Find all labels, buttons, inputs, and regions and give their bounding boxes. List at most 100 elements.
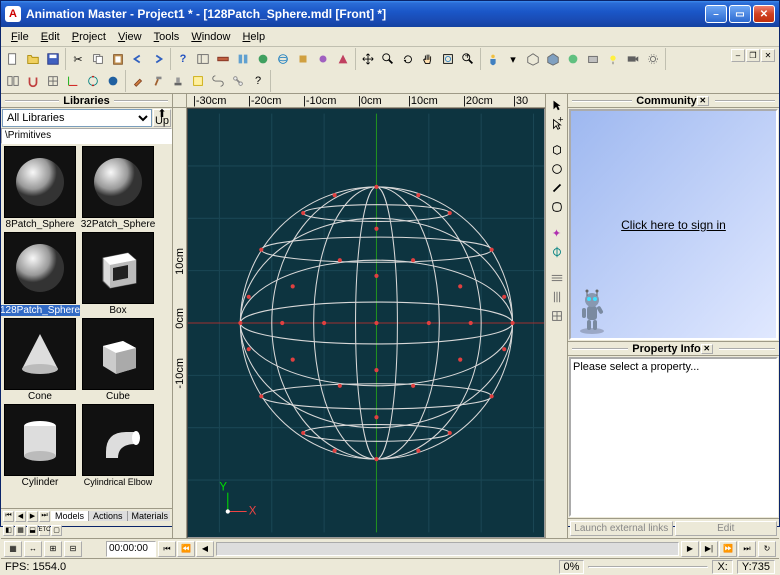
tab-models[interactable]: Models [51, 511, 89, 521]
settings-icon[interactable] [643, 49, 663, 69]
zoom-extents-icon[interactable]: + [458, 49, 478, 69]
tl-icon-4[interactable]: ⊟ [64, 541, 82, 557]
play-icon[interactable]: ▶ [681, 541, 699, 557]
loop-icon[interactable]: ↻ [758, 541, 776, 557]
paste-icon[interactable] [108, 49, 128, 69]
primitive-32patch-sphere[interactable]: 32Patch_Sphere [81, 146, 155, 230]
pick-tool-icon[interactable] [548, 96, 566, 114]
shape-tool-icon[interactable] [548, 198, 566, 216]
cube-tool-icon[interactable] [548, 141, 566, 159]
save-file-icon[interactable] [43, 49, 63, 69]
new-file-icon[interactable] [3, 49, 23, 69]
globe2-icon[interactable] [103, 71, 123, 91]
arrow-dropdown-icon[interactable]: ▾ [503, 49, 523, 69]
tool-icon-2[interactable] [313, 49, 333, 69]
sphere-tool-icon[interactable] [548, 160, 566, 178]
dist-h-icon[interactable] [548, 269, 566, 287]
tab-next-icon[interactable]: ▶ [27, 511, 38, 522]
launch-external-button[interactable]: Launch external links [570, 521, 673, 536]
rotate-icon[interactable] [398, 49, 418, 69]
copy-icon[interactable] [88, 49, 108, 69]
render-settings-icon[interactable] [583, 49, 603, 69]
timeline-icon[interactable] [213, 49, 233, 69]
undo-icon[interactable] [128, 49, 148, 69]
primitive-box[interactable]: Box [81, 232, 155, 316]
render-icon[interactable] [563, 49, 583, 69]
frame-field[interactable] [106, 541, 156, 557]
split-v-icon[interactable] [3, 71, 23, 91]
note-icon[interactable] [188, 71, 208, 91]
misc-btn-2[interactable]: ▦ [15, 525, 26, 536]
constraint-tool-icon[interactable] [548, 243, 566, 261]
tool-icon-3[interactable] [333, 49, 353, 69]
paint-icon[interactable] [128, 71, 148, 91]
tab-actions[interactable]: Actions [89, 511, 128, 521]
zoom-icon[interactable] [378, 49, 398, 69]
help-icon[interactable]: ? [173, 49, 193, 69]
minimize-button[interactable]: – [705, 5, 727, 23]
camera-icon[interactable] [623, 49, 643, 69]
menu-tools[interactable]: Tools [148, 29, 186, 45]
misc-btn-3[interactable]: ⬓ [27, 525, 38, 536]
hammer-icon[interactable] [148, 71, 168, 91]
misc-btn-1[interactable]: ◧ [3, 525, 14, 536]
primitive-cube[interactable]: Cube [81, 318, 155, 402]
world-icon[interactable] [273, 49, 293, 69]
community-icon[interactable] [253, 49, 273, 69]
prev-key-icon[interactable]: ⏪ [177, 541, 195, 557]
slash-tool-icon[interactable] [548, 179, 566, 197]
snap-icon[interactable] [23, 71, 43, 91]
next-frame-icon[interactable]: ▶| [700, 541, 718, 557]
dist-grid-icon[interactable] [548, 307, 566, 325]
menu-file[interactable]: FFileile [5, 29, 35, 45]
mdi-minimize-button[interactable]: – [731, 49, 745, 62]
fit-icon[interactable] [438, 49, 458, 69]
libraries-dropdown[interactable]: All Libraries [2, 109, 152, 127]
up-button[interactable]: ⬆Up [153, 109, 171, 127]
tab-materials[interactable]: Materials [128, 511, 170, 521]
misc-btn-4[interactable]: ETC [39, 525, 50, 536]
tab-last-icon[interactable]: ⏭ [39, 511, 50, 522]
primitive-cylindrical-elbow[interactable]: Cylindrical Elbow [81, 404, 155, 488]
prev-frame-icon[interactable]: ◀ [196, 541, 214, 557]
library-icon[interactable] [233, 49, 253, 69]
menu-window[interactable]: Window [185, 29, 236, 45]
link-icon[interactable] [208, 71, 228, 91]
select-mode-icon[interactable]: + [548, 115, 566, 133]
misc-btn-5[interactable]: ▢ [51, 525, 62, 536]
menu-project[interactable]: Project [66, 29, 112, 45]
wireframe-icon[interactable] [523, 49, 543, 69]
last-frame-icon[interactable]: ⏭ [738, 541, 756, 557]
viewport-3d[interactable]: Y X [187, 108, 545, 538]
first-frame-icon[interactable]: ⏮ [158, 541, 176, 557]
menu-view[interactable]: View [112, 29, 148, 45]
cut-icon[interactable]: ✂ [68, 49, 88, 69]
signin-link[interactable]: Click here to sign in [621, 218, 726, 232]
cursor-move-icon[interactable] [358, 49, 378, 69]
edit-button[interactable]: Edit [675, 521, 778, 536]
tl-icon-2[interactable]: ↔ [24, 541, 42, 557]
tool-icon-1[interactable] [293, 49, 313, 69]
mdi-close-button[interactable]: ✕ [761, 49, 775, 62]
timeline-track[interactable] [216, 542, 679, 556]
redo-icon[interactable] [148, 49, 168, 69]
grid-icon[interactable] [43, 71, 63, 91]
close-button[interactable]: ✕ [753, 5, 775, 23]
bone-tool-icon[interactable]: ✦ [548, 224, 566, 242]
tl-icon-3[interactable]: ⊞ [44, 541, 62, 557]
dist-v-icon[interactable] [548, 288, 566, 306]
pan-icon[interactable] [418, 49, 438, 69]
shaded-icon[interactable] [543, 49, 563, 69]
stamp-icon[interactable] [168, 71, 188, 91]
primitive-cylinder[interactable]: Cylinder [3, 404, 77, 488]
question-icon[interactable]: ? [248, 71, 268, 91]
primitive-128patch-sphere[interactable]: 128Patch_Sphere [3, 232, 77, 316]
light-icon[interactable] [603, 49, 623, 69]
path-bar[interactable]: \Primitives [1, 128, 172, 144]
menu-edit[interactable]: Edit [35, 29, 66, 45]
primitive-8patch-sphere[interactable]: 8Patch_Sphere [3, 146, 77, 230]
tab-prev-icon[interactable]: ◀ [15, 511, 26, 522]
menu-help[interactable]: Help [236, 29, 271, 45]
tl-icon-1[interactable]: ▦ [4, 541, 22, 557]
primitive-cone[interactable]: Cone [3, 318, 77, 402]
